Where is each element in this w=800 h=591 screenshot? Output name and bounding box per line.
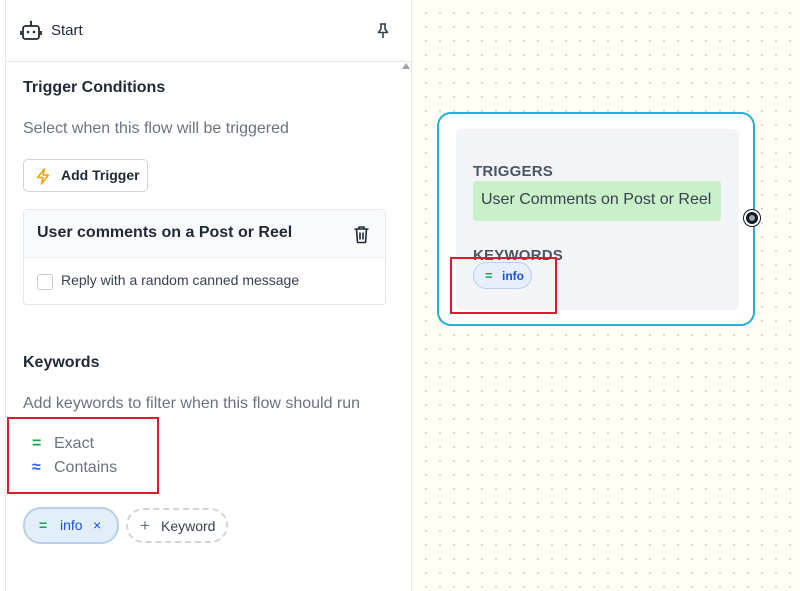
random-reply-checkbox[interactable] bbox=[37, 274, 53, 290]
pin-icon[interactable] bbox=[374, 22, 392, 40]
trigger-conditions-description: Select when this flow will be triggered bbox=[23, 120, 289, 137]
keywords-description: Add keywords to filter when this flow sh… bbox=[23, 395, 361, 412]
panel-header: Start bbox=[6, 0, 411, 62]
keyword-chip-text: info bbox=[60, 517, 83, 533]
lightning-icon bbox=[36, 168, 50, 185]
side-panel: Start Trigger Conditions Select when thi… bbox=[5, 0, 412, 591]
highlight-box-node-keyword-overlay bbox=[450, 257, 557, 314]
scroll-up-arrow[interactable] bbox=[402, 63, 410, 69]
exact-match-icon: = bbox=[39, 517, 48, 533]
trigger-card-title: User comments on a Post or Reel bbox=[37, 224, 293, 241]
add-trigger-label: Add Trigger bbox=[61, 167, 140, 183]
trigger-conditions-title: Trigger Conditions bbox=[23, 79, 166, 96]
remove-keyword-icon[interactable]: × bbox=[93, 517, 101, 533]
keywords-title: Keywords bbox=[23, 354, 100, 371]
trigger-card: User comments on a Post or Reel Reply wi… bbox=[23, 209, 386, 305]
panel-title: Start bbox=[51, 22, 83, 39]
trash-icon[interactable] bbox=[353, 225, 370, 244]
highlight-box-match-types bbox=[7, 417, 159, 494]
random-reply-label: Reply with a random canned message bbox=[61, 272, 300, 288]
add-keyword-label: Keyword bbox=[161, 518, 216, 534]
keyword-chip[interactable]: = info × bbox=[23, 507, 119, 544]
node-trigger-item: User Comments on Post or Reel bbox=[473, 181, 721, 221]
node-trigger-text: User Comments on Post or Reel bbox=[481, 191, 712, 208]
node-triggers-label: TRIGGERS bbox=[473, 163, 553, 180]
add-keyword-button[interactable]: + Keyword bbox=[126, 508, 228, 543]
plus-icon: + bbox=[140, 516, 150, 535]
bot-icon bbox=[20, 20, 42, 40]
add-trigger-button[interactable]: Add Trigger bbox=[23, 159, 148, 192]
trigger-card-header: User comments on a Post or Reel bbox=[24, 210, 385, 258]
node-output-handle[interactable] bbox=[744, 210, 760, 226]
